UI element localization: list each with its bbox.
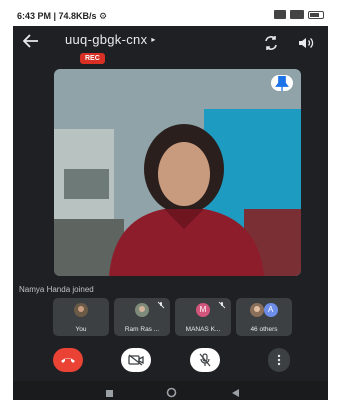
meeting-title-button[interactable]: uuq-gbgk-cnx ▸ bbox=[65, 32, 155, 47]
camera-off-icon bbox=[128, 354, 144, 366]
back-button[interactable] bbox=[22, 34, 39, 53]
message-icon bbox=[274, 10, 286, 19]
mic-toggle-button[interactable] bbox=[190, 348, 220, 372]
signal-icon bbox=[290, 10, 304, 19]
speaker-icon bbox=[299, 38, 314, 48]
recents-button[interactable] bbox=[105, 385, 114, 400]
phone-hangup-icon bbox=[61, 358, 75, 363]
home-button[interactable] bbox=[166, 385, 177, 400]
more-vertical-icon bbox=[277, 354, 281, 366]
more-options-button[interactable] bbox=[268, 348, 290, 372]
pin-button[interactable] bbox=[271, 75, 293, 91]
triangle-back-icon bbox=[232, 389, 239, 397]
participant-label: MANAS K... bbox=[185, 326, 221, 333]
participant-tile-ram[interactable]: Ram Ras ... bbox=[114, 298, 170, 336]
meeting-header: uuq-gbgk-cnx ▸ REC bbox=[13, 26, 328, 66]
speaker-button[interactable] bbox=[296, 34, 314, 52]
phone-screen: 6:43 PM | 74.8KB/s ⚙ uuq-gbgk-cnx ▸ REC bbox=[13, 6, 328, 400]
square-icon bbox=[106, 390, 113, 397]
switch-camera-icon bbox=[265, 36, 277, 50]
participant-label: You bbox=[75, 326, 87, 333]
avatar-initial: A bbox=[263, 303, 278, 317]
avatar bbox=[74, 303, 88, 317]
participant-label: Ram Ras ... bbox=[124, 326, 160, 333]
status-bar-text: 6:43 PM | 74.8KB/s ⚙ bbox=[17, 11, 108, 21]
camera-toggle-button[interactable] bbox=[121, 348, 151, 372]
pin-icon bbox=[275, 75, 289, 91]
recording-badge: REC bbox=[80, 53, 105, 64]
main-video-feed[interactable] bbox=[54, 69, 301, 276]
system-nav-bar bbox=[13, 381, 328, 400]
avatar bbox=[250, 303, 265, 317]
join-notification: Namya Handa joined bbox=[19, 285, 94, 294]
call-controls bbox=[13, 346, 328, 376]
avatar-initial: M bbox=[196, 303, 210, 317]
battery-icon bbox=[308, 10, 324, 19]
meeting-code: uuq-gbgk-cnx bbox=[65, 32, 148, 47]
participant-tile-manas[interactable]: M MANAS K... bbox=[175, 298, 231, 336]
mic-off-icon bbox=[157, 301, 165, 309]
participant-strip: You Ram Ras ... M MANAS K... A 46 others bbox=[53, 298, 292, 336]
back-nav-button[interactable] bbox=[231, 385, 240, 400]
participant-tile-others[interactable]: A 46 others bbox=[236, 298, 292, 336]
mic-off-icon bbox=[199, 353, 211, 367]
end-call-button[interactable] bbox=[53, 348, 83, 372]
participant-tile-you[interactable]: You bbox=[53, 298, 109, 336]
circle-icon bbox=[166, 387, 177, 398]
mic-off-icon bbox=[218, 301, 226, 309]
switch-camera-button[interactable] bbox=[262, 34, 280, 52]
participant-label: 46 others bbox=[250, 326, 278, 333]
chevron-right-icon: ▸ bbox=[151, 35, 156, 44]
arrow-left-icon bbox=[22, 34, 38, 48]
participant-video-image bbox=[54, 69, 301, 276]
status-bar-icons bbox=[274, 10, 324, 19]
avatar bbox=[135, 303, 149, 317]
status-bar: 6:43 PM | 74.8KB/s ⚙ bbox=[13, 6, 328, 26]
